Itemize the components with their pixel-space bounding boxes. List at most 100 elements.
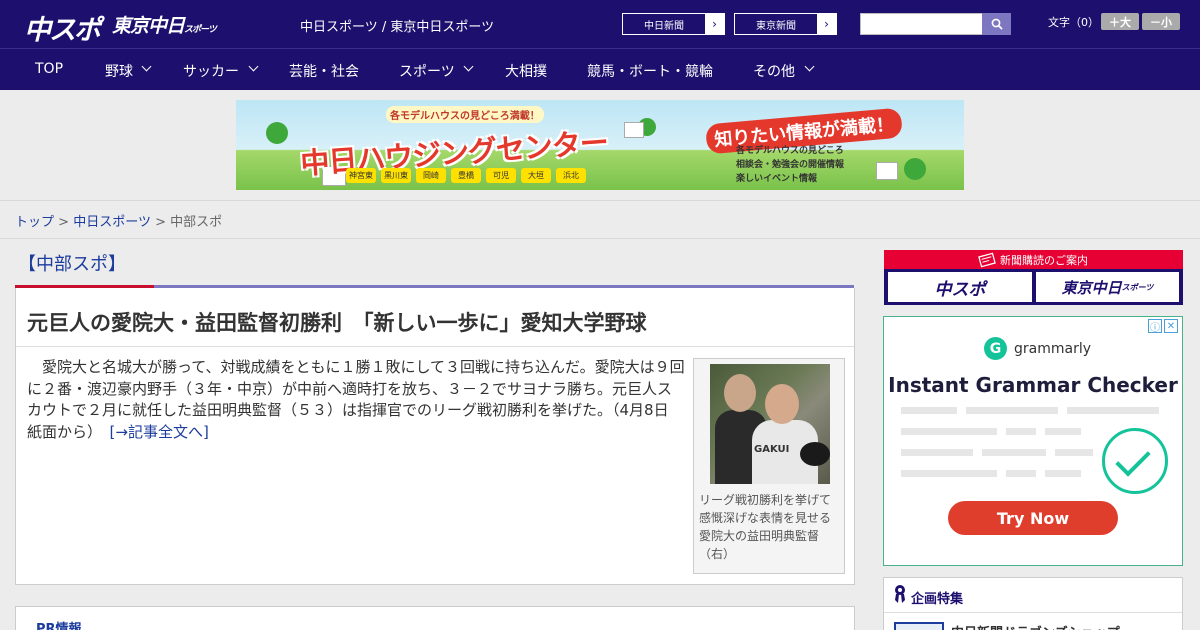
tree-decoration: [266, 122, 288, 144]
tokyo-shimbun-link[interactable]: 東京新聞 ›: [734, 13, 837, 35]
try-now-button[interactable]: Try Now: [948, 501, 1118, 535]
chevron-down-icon[interactable]: [463, 61, 474, 72]
subscribe-title-text: 新聞購読のご案内: [1000, 253, 1088, 267]
grammarly-icon: G: [984, 337, 1007, 360]
placeholder-line: [966, 407, 1058, 414]
housing-center-ad-banner[interactable]: 各モデルハウスの見どころ満載！ 中日ハウジングセンター 知りたい情報が満載！ 各…: [236, 100, 964, 190]
read-full-article-link[interactable]: [→記事全文へ]: [110, 423, 209, 441]
article-body: 愛院大と名城大が勝って、対戦成績をともに１勝１敗にして３回戦に持ち込んだ。愛院大…: [27, 357, 685, 443]
placeholder-line: [1045, 428, 1081, 435]
banner-city: 豊橋: [451, 168, 481, 183]
nav-item-other[interactable]: その他: [753, 61, 795, 81]
chevron-down-icon[interactable]: [804, 61, 815, 72]
photo-figure: [724, 374, 756, 412]
nav-item-racing[interactable]: 競馬・ボート・競輪: [587, 61, 713, 81]
banner-info-line: 各モデルハウスの見どころ: [736, 146, 844, 156]
tokyo-chunichi-logo[interactable]: 東京中日スポーツ: [112, 11, 217, 38]
logo-sub-small: スポーツ: [184, 25, 217, 35]
ribbon-icon: [895, 585, 905, 603]
banner-city: 岡崎: [416, 168, 446, 183]
checkmark-icon: [1102, 428, 1168, 494]
subscribe-title[interactable]: 新聞購読のご案内: [884, 250, 1183, 269]
pr-section: PR情報: [15, 606, 855, 630]
chevron-right-icon: ›: [817, 14, 836, 34]
chevron-down-icon[interactable]: [141, 61, 152, 72]
ext-link-label: 中日新聞: [644, 20, 684, 32]
search-input[interactable]: [860, 13, 983, 35]
banner-area: 各モデルハウスの見どころ満載！ 中日ハウジングセンター 知りたい情報が満載！ 各…: [0, 90, 1200, 201]
brand-name: grammarly: [1014, 340, 1092, 357]
info-icon[interactable]: ⓘ: [1148, 319, 1162, 334]
divider: [884, 612, 1182, 613]
section-title: 【中部スポ】: [18, 254, 126, 275]
breadcrumb-separator: >: [155, 215, 166, 230]
photo-cap: [800, 442, 830, 466]
placeholder-line: [901, 407, 957, 414]
placeholder-line: [1006, 470, 1036, 477]
banner-city: 大垣: [521, 168, 551, 183]
font-smaller-button[interactable]: －小: [1142, 13, 1180, 30]
breadcrumb-chunichi-sports-link[interactable]: 中日スポーツ: [73, 215, 151, 230]
newspaper-icon: [978, 252, 996, 267]
article-photo[interactable]: GAKUI: [710, 364, 830, 484]
banner-city: 浜北: [556, 168, 586, 183]
chevron-down-icon[interactable]: [248, 61, 259, 72]
grammarly-ad[interactable]: ⓘ ✕ G grammarly Instant Grammar Checker …: [883, 316, 1183, 566]
placeholder-line: [901, 470, 997, 477]
breadcrumb: トップ > 中日スポーツ > 中部スポ: [15, 211, 222, 230]
logo-sub-text: 東京中日: [112, 15, 185, 37]
photo-uniform-text: GAKUI: [754, 444, 790, 455]
banner-info-line: 楽しいイベント情報: [736, 174, 818, 184]
banner-info-line: 相談会・勉強会の開催情報: [736, 160, 845, 170]
ad-controls: ⓘ ✕: [1148, 319, 1178, 334]
placeholder-line: [1055, 449, 1093, 456]
house-decoration: [876, 162, 898, 180]
ext-link-label: 東京新聞: [756, 20, 796, 32]
font-larger-button[interactable]: ＋大: [1101, 13, 1139, 30]
breadcrumb-current: 中部スポ: [170, 215, 223, 230]
divider: [0, 238, 1200, 239]
site-header: 中スポ 東京中日スポーツ 中日スポーツ / 東京中日スポーツ 中日新聞 › 東京…: [0, 0, 1200, 48]
feature-item-dragons-shop[interactable]: 中日新聞ドラゴンズショップ: [951, 622, 1120, 630]
placeholder-line: [1006, 428, 1036, 435]
placeholder-line: [1067, 407, 1159, 414]
placeholder-line: [982, 449, 1046, 456]
placeholder-line: [901, 428, 997, 435]
search-icon: [991, 18, 1003, 30]
placeholder-line: [1045, 470, 1081, 477]
subscribe-chuspo-button[interactable]: 中スポ: [888, 272, 1032, 302]
search-button[interactable]: [982, 13, 1011, 35]
banner-city: 神宮東: [346, 168, 376, 183]
font-size-label: 文字（0）: [1048, 16, 1099, 29]
subscribe-tokyo-chunichi-button[interactable]: 東京中日 スポーツ: [1036, 272, 1179, 302]
features-box: 企画特集 中日新聞ドラゴンズショップ: [883, 577, 1183, 630]
subscribe-box: 新聞購読のご案内 中スポ 東京中日 スポーツ: [884, 250, 1183, 305]
nav-item-entertainment[interactable]: 芸能・社会: [289, 61, 359, 81]
site-title: 中日スポーツ / 東京中日スポーツ: [300, 20, 495, 35]
button-label-small: スポーツ: [1121, 282, 1154, 292]
nav-item-baseball[interactable]: 野球: [105, 61, 133, 81]
article-photo-box: GAKUI リーグ戦初勝利を挙げて感慨深げな表情を見せる愛院大の益田明典監督（右…: [693, 358, 845, 574]
main-nav: TOP 野球 サッカー 芸能・社会 スポーツ 大相撲 競馬・ボート・競輪 その他: [0, 48, 1200, 90]
article-title: 元巨人の愛院大・益田監督初勝利 「新しい一歩に」愛知大学野球: [27, 311, 647, 335]
ad-headline: Instant Grammar Checker: [888, 373, 1178, 397]
features-title: 企画特集: [911, 592, 964, 607]
divider: [16, 346, 854, 347]
chevron-right-icon: ›: [705, 14, 724, 34]
nav-item-soccer[interactable]: サッカー: [183, 61, 239, 81]
photo-figure: [765, 384, 799, 424]
grammarly-logo: G grammarly: [984, 337, 1091, 360]
breadcrumb-top-link[interactable]: トップ: [15, 215, 54, 230]
chunichi-shimbun-link[interactable]: 中日新聞 ›: [622, 13, 725, 35]
chuspo-logo[interactable]: 中スポ: [24, 8, 101, 47]
nav-item-sumo[interactable]: 大相撲: [505, 61, 547, 81]
close-icon[interactable]: ✕: [1164, 319, 1178, 333]
banner-city: 黒川東: [381, 168, 411, 183]
nav-item-sports[interactable]: スポーツ: [399, 61, 455, 81]
feature-thumbnail[interactable]: [894, 622, 944, 630]
article-card: 元巨人の愛院大・益田監督初勝利 「新しい一歩に」愛知大学野球 愛院大と名城大が勝…: [15, 288, 855, 585]
pr-title: PR情報: [36, 622, 82, 630]
nav-item-top[interactable]: TOP: [35, 61, 63, 77]
placeholder-line: [901, 449, 973, 456]
banner-city: 可児: [486, 168, 516, 183]
